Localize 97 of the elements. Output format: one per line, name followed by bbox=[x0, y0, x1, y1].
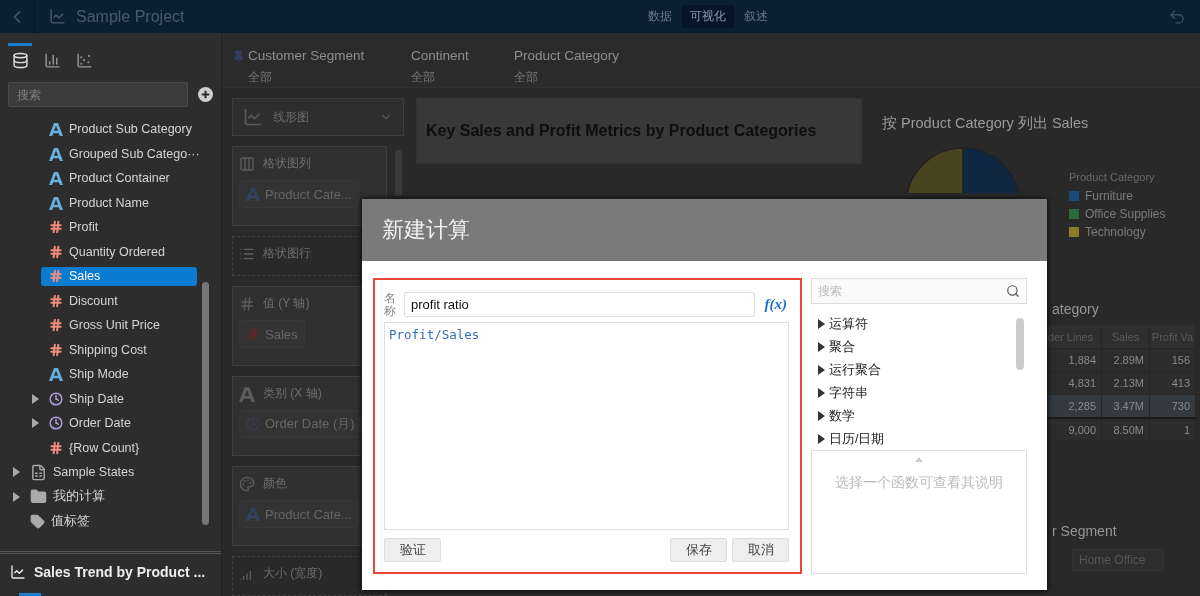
function-category[interactable]: 日历/日期 bbox=[811, 427, 1027, 451]
formula-editor[interactable]: Profit/Sales bbox=[384, 322, 789, 530]
field-item[interactable]: Product Name bbox=[41, 193, 197, 213]
caret-icon[interactable] bbox=[817, 434, 825, 445]
field-item[interactable]: Order Date bbox=[41, 413, 187, 433]
validate-button[interactable]: 验证 bbox=[384, 538, 441, 562]
search-field[interactable]: 搜索 bbox=[8, 82, 188, 107]
filter-label[interactable]: Product Category bbox=[514, 48, 620, 63]
table-title: ategory bbox=[1052, 301, 1099, 317]
hash-icon bbox=[49, 293, 63, 308]
name-label: 名称 bbox=[384, 291, 396, 318]
view-tab[interactable]: 叙述 bbox=[736, 5, 776, 28]
cancel-button[interactable]: 取消 bbox=[732, 538, 789, 562]
sheet-title: Sales Trend by Product ... bbox=[34, 564, 206, 580]
field-item[interactable]: {Row Count} bbox=[41, 438, 197, 458]
source-item[interactable]: Sample States bbox=[22, 462, 192, 482]
shelf-label: 格状图列 bbox=[263, 155, 311, 172]
spreadsheet-icon bbox=[30, 463, 47, 481]
text-type-icon bbox=[49, 195, 63, 210]
caret-icon[interactable] bbox=[817, 319, 825, 330]
folder-icon bbox=[30, 488, 47, 506]
field-item[interactable]: Sales bbox=[41, 266, 197, 286]
name-field[interactable]: profit ratio bbox=[404, 292, 755, 318]
scrollbar-thumb[interactable] bbox=[202, 282, 209, 525]
caret-icon[interactable] bbox=[817, 388, 825, 399]
caret-icon[interactable] bbox=[31, 393, 39, 404]
legend-label: Technology bbox=[1085, 225, 1146, 239]
field-item[interactable]: Gross Unit Price bbox=[41, 315, 197, 335]
legend-label: Furniture bbox=[1085, 189, 1134, 203]
text-type-icon bbox=[49, 146, 63, 161]
chart-title: 按 Product Category 列出 Sales bbox=[882, 114, 1090, 133]
legend-title: Product Category bbox=[1069, 171, 1156, 183]
scrollbar-thumb[interactable] bbox=[395, 150, 402, 196]
text-type-icon bbox=[49, 367, 63, 382]
line-chart-icon bbox=[243, 107, 263, 127]
field-item[interactable]: Product Container bbox=[41, 168, 197, 188]
caret-icon[interactable] bbox=[817, 411, 825, 422]
chart-icon bbox=[49, 8, 66, 25]
hash-icon bbox=[49, 318, 63, 333]
clock-icon bbox=[49, 391, 63, 406]
field-item[interactable]: Ship Date bbox=[41, 389, 187, 409]
hash-icon bbox=[246, 327, 260, 341]
database-icon[interactable] bbox=[8, 43, 32, 67]
source-item[interactable]: 值标签 bbox=[22, 511, 192, 531]
shelf-label: 大小 (宽度) bbox=[263, 565, 323, 582]
text-type-icon bbox=[49, 122, 63, 137]
shelf-label: 格状图行 bbox=[263, 245, 311, 262]
scrollbar-thumb[interactable] bbox=[1016, 317, 1024, 370]
field-item[interactable]: Grouped Sub Catego··· bbox=[41, 144, 197, 164]
dialog-title: 新建计算 bbox=[362, 199, 1047, 261]
hash-icon bbox=[49, 244, 63, 259]
line-chart-icon bbox=[10, 564, 26, 580]
project-title: Sample Project bbox=[76, 7, 185, 26]
function-category[interactable]: 聚合 bbox=[811, 335, 1027, 359]
filter-label[interactable]: Customer Segment bbox=[248, 48, 365, 63]
view-tab[interactable]: 可视化 bbox=[682, 5, 734, 28]
hash-icon bbox=[49, 220, 63, 235]
hash-icon bbox=[49, 440, 63, 455]
clock-icon bbox=[49, 416, 63, 431]
caret-icon[interactable] bbox=[12, 491, 20, 502]
caret-icon[interactable] bbox=[31, 418, 39, 429]
field-item[interactable]: Shipping Cost bbox=[41, 340, 197, 360]
field-item[interactable]: Profit bbox=[41, 217, 197, 237]
function-category[interactable]: 字符串 bbox=[811, 381, 1027, 405]
hash-icon bbox=[49, 342, 63, 357]
save-button[interactable]: 保存 bbox=[670, 538, 727, 562]
table-cell: 730 bbox=[1150, 394, 1196, 417]
field-item[interactable]: Product Sub Category bbox=[41, 119, 197, 139]
function-button[interactable]: f(x) bbox=[762, 296, 789, 314]
caret-icon[interactable] bbox=[12, 467, 20, 478]
view-tab[interactable]: 数据 bbox=[640, 5, 680, 28]
table-title: r Segment bbox=[1052, 523, 1117, 539]
columns-icon bbox=[239, 155, 255, 172]
tab-indicator bbox=[19, 593, 41, 596]
source-item[interactable]: 我的计算 bbox=[22, 487, 192, 507]
caret-icon[interactable] bbox=[817, 365, 825, 376]
function-category[interactable]: 数学 bbox=[811, 404, 1027, 428]
tag-icon bbox=[30, 513, 45, 529]
shelf-label: 值 (Y 轴) bbox=[263, 295, 310, 312]
filter-label[interactable]: Continent bbox=[411, 48, 469, 63]
function-category[interactable]: 运算符 bbox=[811, 312, 1027, 336]
add-icon[interactable] bbox=[198, 87, 213, 102]
function-category[interactable]: 运行聚合 bbox=[811, 358, 1027, 382]
text-type-icon bbox=[49, 171, 63, 186]
hash-icon bbox=[239, 295, 255, 312]
function-search-field[interactable]: 搜索 bbox=[811, 277, 1027, 304]
caret-icon[interactable] bbox=[817, 342, 825, 353]
field-item[interactable]: Ship Mode bbox=[41, 364, 197, 384]
hash-icon bbox=[49, 269, 63, 284]
legend-label: Office Supplies bbox=[1085, 207, 1166, 221]
table-cell: 3.47M bbox=[1102, 394, 1150, 417]
shelf-label: 颜色 bbox=[263, 475, 287, 492]
field-item[interactable]: Discount bbox=[41, 291, 197, 311]
search-icon bbox=[1006, 283, 1020, 298]
field-item[interactable]: Quantity Ordered bbox=[41, 242, 197, 262]
shelf-label: 类别 (X 轴) bbox=[263, 385, 322, 402]
text-type-icon bbox=[246, 187, 260, 201]
